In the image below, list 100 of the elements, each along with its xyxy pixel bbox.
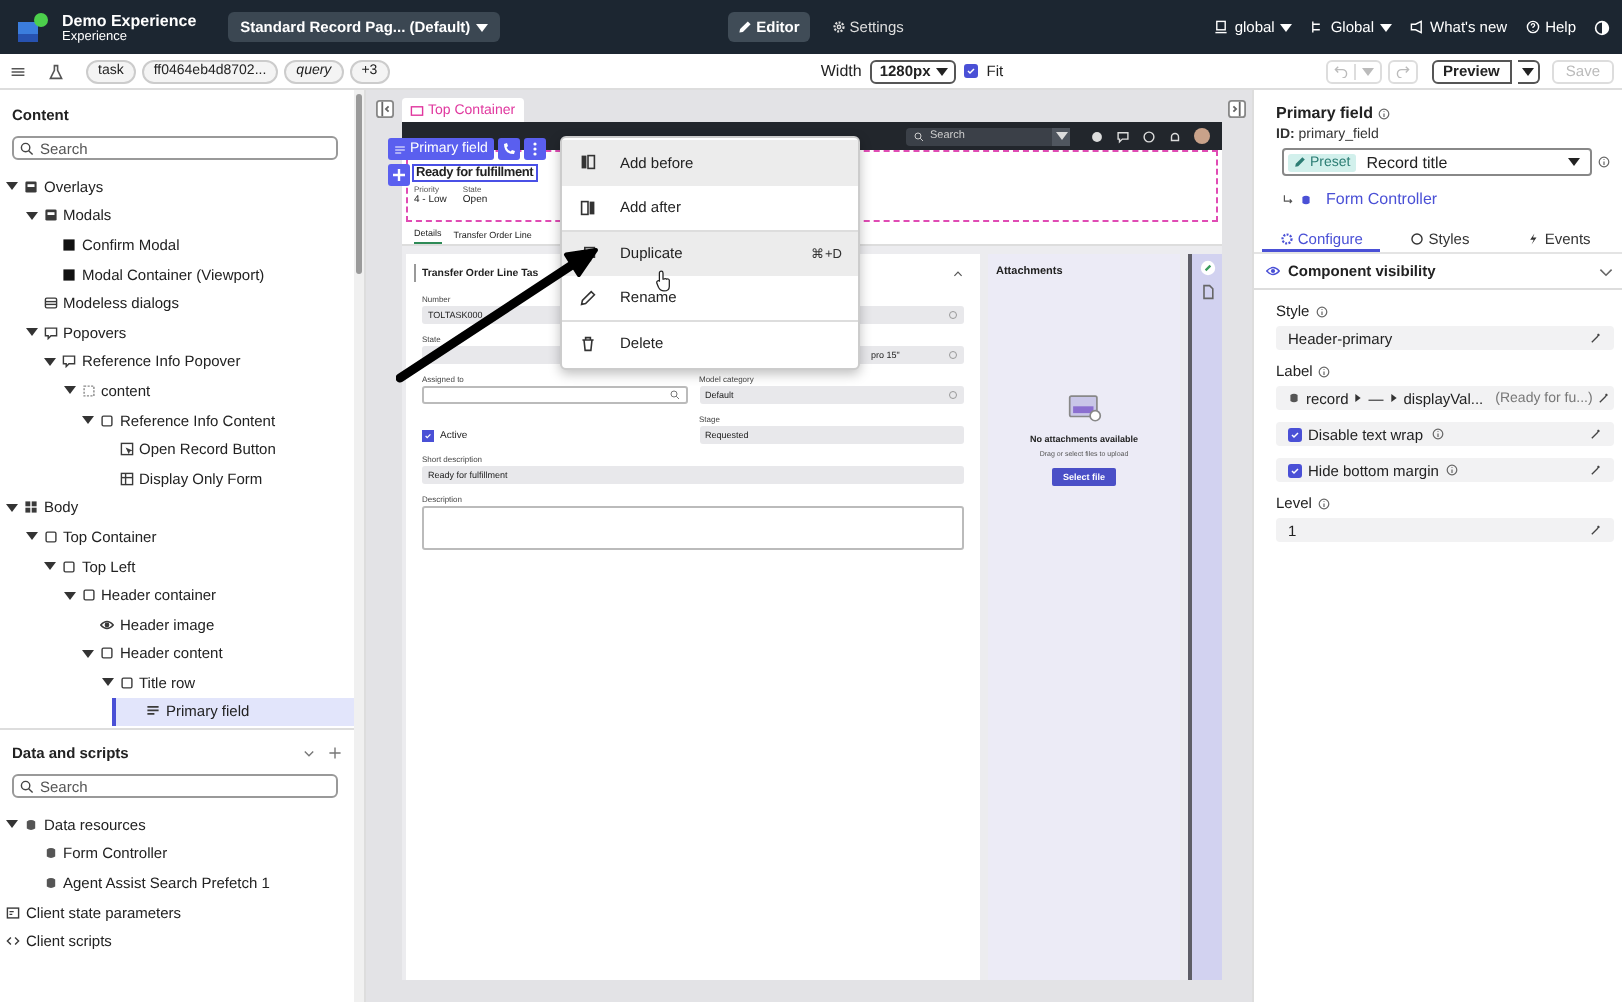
caret-icon <box>476 23 489 31</box>
checkmark-icon <box>1290 429 1300 439</box>
search-icon <box>914 131 924 141</box>
file-image-icon <box>1067 394 1101 422</box>
caret-icon <box>1380 23 1393 31</box>
logo-icon <box>16 11 50 43</box>
square-icon <box>81 588 95 603</box>
caret-icon[interactable] <box>101 676 113 689</box>
edit-icon <box>580 289 596 306</box>
checkmark-icon <box>966 66 977 76</box>
square-icon <box>410 103 424 117</box>
checkbox[interactable] <box>422 429 434 441</box>
more-options-icon[interactable] <box>523 138 546 160</box>
chat-icon <box>1116 129 1130 143</box>
window-icon <box>43 296 57 311</box>
form-icon <box>119 471 133 486</box>
scrollbar[interactable] <box>354 90 366 1002</box>
wand-icon[interactable] <box>1590 524 1602 536</box>
caret-icon[interactable] <box>82 414 94 427</box>
chevron-down-icon <box>1598 263 1614 279</box>
phone-icon[interactable] <box>497 138 520 160</box>
search-icon <box>20 779 34 793</box>
info-icon[interactable] <box>1431 428 1444 440</box>
document-icon <box>1199 284 1215 300</box>
caret-right-icon <box>1354 394 1363 402</box>
help-icon <box>1142 129 1156 143</box>
pencil-icon <box>738 20 753 34</box>
chevron-down-icon[interactable] <box>302 746 316 760</box>
info-circle-icon <box>948 350 958 360</box>
database-icon <box>1300 193 1312 205</box>
caret-icon <box>1568 158 1580 166</box>
caret-icon <box>1361 67 1374 75</box>
trash-icon <box>580 335 596 352</box>
avatar <box>1194 128 1210 144</box>
bell-icon <box>1168 129 1182 143</box>
collapse-panel-icon[interactable] <box>375 100 393 118</box>
caret-icon[interactable] <box>25 209 37 222</box>
caret-icon[interactable] <box>44 560 56 573</box>
caret-icon[interactable] <box>63 589 75 602</box>
chevron-up-icon <box>952 267 964 279</box>
wand-icon[interactable] <box>1598 392 1611 404</box>
redo-icon <box>1395 64 1410 78</box>
caret-icon <box>1280 23 1293 31</box>
checkbox[interactable] <box>1288 463 1302 477</box>
caret-icon[interactable] <box>25 530 37 543</box>
eye-icon <box>1266 264 1280 278</box>
checkbox[interactable] <box>1288 427 1302 441</box>
square-icon <box>62 559 76 574</box>
menu-icon[interactable] <box>10 63 26 79</box>
square-icon <box>119 675 133 690</box>
checkmark-icon <box>424 431 432 439</box>
search-icon <box>20 141 34 155</box>
caret-icon[interactable] <box>44 355 56 368</box>
info-icon[interactable] <box>1318 365 1331 377</box>
data-source-link[interactable]: Form Controller <box>1326 190 1438 208</box>
monitor-icon <box>1214 20 1229 34</box>
inspector-title: Primary field <box>1276 104 1373 122</box>
caret-icon[interactable] <box>63 384 75 397</box>
filled-square-icon <box>62 267 76 282</box>
wand-icon[interactable] <box>1590 332 1602 344</box>
fit-checkbox[interactable] <box>964 64 979 78</box>
cursor-square-icon <box>119 442 133 457</box>
app-title: Demo Experience <box>62 11 197 29</box>
undo-icon <box>1333 64 1348 78</box>
dashed-square-icon <box>81 383 95 398</box>
insert-before-icon <box>580 154 596 171</box>
return-arrow-icon <box>1282 193 1294 205</box>
caret-icon[interactable] <box>82 647 94 660</box>
info-icon[interactable] <box>1315 305 1328 317</box>
square-icon <box>100 646 114 661</box>
contrast-icon[interactable] <box>1594 19 1610 35</box>
form-field[interactable] <box>422 386 687 404</box>
info-icon[interactable] <box>1317 497 1330 509</box>
caret-icon[interactable] <box>6 818 18 831</box>
flask-icon[interactable] <box>48 63 64 79</box>
info-icon[interactable] <box>1598 156 1610 168</box>
wand-icon[interactable] <box>1590 464 1602 476</box>
wand-icon[interactable] <box>1590 428 1602 440</box>
collapse-panel-icon[interactable] <box>1228 100 1246 118</box>
lightning-icon <box>1526 231 1541 245</box>
hierarchy-icon <box>1310 20 1325 34</box>
caret-icon[interactable] <box>6 501 18 514</box>
database-icon <box>1288 392 1300 404</box>
caret-icon <box>1055 132 1067 140</box>
preview-menu-button[interactable] <box>1517 59 1540 83</box>
add-icon[interactable] <box>328 746 342 760</box>
eye-icon <box>100 617 114 632</box>
info-icon[interactable] <box>1378 107 1391 119</box>
grid-icon <box>24 500 38 515</box>
caret-icon[interactable] <box>6 180 18 193</box>
filled-square-icon <box>24 179 38 194</box>
insert-after-icon <box>580 199 596 216</box>
text-lines-icon <box>146 704 160 719</box>
search-icon <box>669 390 679 400</box>
checkmark-icon <box>1290 465 1300 475</box>
info-icon[interactable] <box>1446 464 1459 476</box>
help-icon <box>1525 20 1540 34</box>
gear-icon <box>1279 231 1294 245</box>
caret-icon[interactable] <box>25 326 37 339</box>
pencil-icon <box>1294 156 1306 168</box>
